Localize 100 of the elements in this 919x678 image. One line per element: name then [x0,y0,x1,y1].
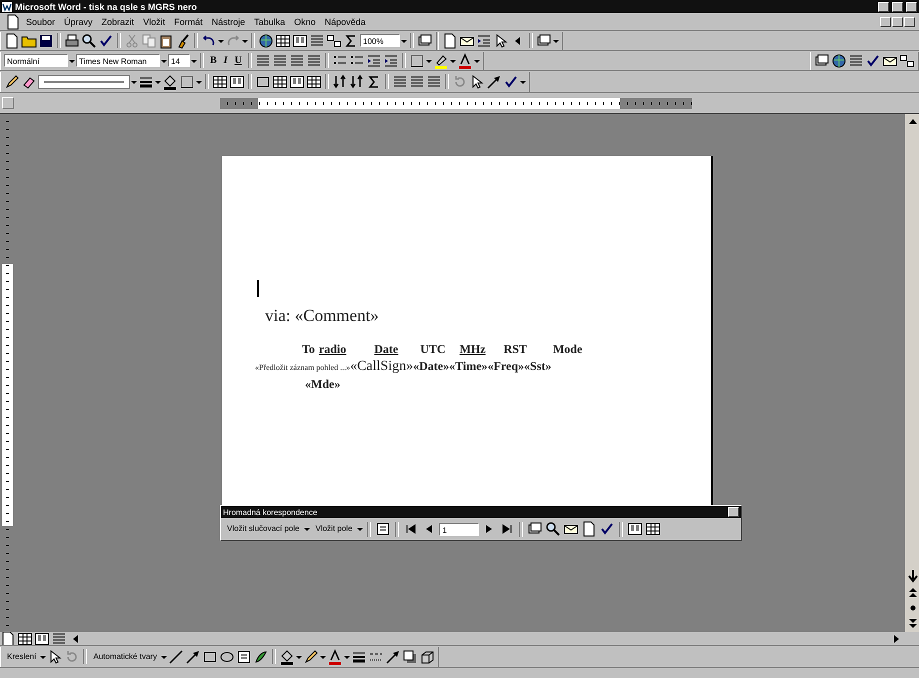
indent-arrow-icon[interactable] [382,52,399,68]
text-lines-icon[interactable] [272,52,288,68]
close-document-button[interactable] [904,16,915,26]
menu-item[interactable]: Zobrazit [98,16,138,26]
text-lines-icon[interactable] [392,74,408,90]
column-heading: To [302,342,315,357]
paint-bucket-icon[interactable] [278,648,295,664]
page-icon[interactable] [581,521,598,537]
font-size-field[interactable]: 14 [168,54,190,67]
window-title: Microsoft Word - tisk na qsle s MGRS nero [15,2,197,12]
text-box-icon[interactable] [375,521,392,537]
column-heading: RST [504,342,527,357]
merge-field: «Sst» [524,359,552,374]
italic-button[interactable]: I [220,52,231,68]
sort-arrows-icon[interactable] [349,74,365,90]
card-stack-icon[interactable] [536,32,552,48]
column-heading: Date [374,342,398,357]
arrow-icon[interactable] [384,648,401,664]
paint-bucket-icon[interactable] [162,74,178,90]
text-box-icon[interactable] [236,648,252,664]
indent-arrow-icon[interactable] [366,52,382,68]
column-heading: MHz [460,342,486,357]
bold-button[interactable]: B [207,52,220,68]
table-grid-icon[interactable] [275,32,291,48]
tab-selector[interactable] [2,97,14,109]
line-icon[interactable] [168,648,184,664]
restore-document-button[interactable] [892,16,903,26]
underline-button[interactable]: U [232,52,245,68]
card-stack-icon[interactable] [814,52,830,68]
table-grid-icon[interactable] [645,521,662,537]
shadow-box-icon[interactable] [402,648,418,664]
font-color-icon[interactable] [326,648,343,664]
close-toolbar-button[interactable] [728,507,739,517]
pencil-icon[interactable] [302,648,319,664]
menu-item[interactable]: Vložit [139,16,170,26]
globe-icon[interactable] [831,52,847,68]
menu-item[interactable]: Okno [290,16,320,26]
window-tiles-icon[interactable] [899,52,915,68]
sort-arrows-icon[interactable] [332,74,348,90]
font-field[interactable]: Times New Roman [76,54,160,67]
pencil-icon[interactable] [4,74,20,90]
merge-field: «Date» [413,359,450,374]
text-lines-icon[interactable] [309,32,325,48]
clip-art-icon[interactable] [252,648,269,664]
vertical-scrollbar[interactable] [905,114,919,632]
menu-item[interactable]: Nástroje [208,16,250,26]
table-grid-icon[interactable] [212,74,228,90]
horizontal-ruler[interactable] [220,98,692,108]
card-stack-icon[interactable] [417,32,433,48]
zoom-field[interactable]: 100% [360,34,400,47]
menu-item[interactable]: Nápověda [320,16,370,26]
style-field[interactable]: Normální [4,54,68,67]
minimize-button[interactable] [878,2,889,12]
globe-icon[interactable] [258,32,274,48]
horizontal-scrollbar[interactable] [0,632,919,646]
magnifier-icon[interactable] [81,32,97,48]
minimize-document-button[interactable] [880,16,891,26]
text-cursor [257,280,259,297]
menu-item[interactable]: Tabulka [250,16,290,26]
printer-icon[interactable] [64,32,80,48]
columns-icon[interactable] [34,632,50,645]
check-mark-icon[interactable] [599,521,616,537]
menu-item[interactable]: Úpravy [60,16,97,26]
word-icon[interactable] [2,2,12,12]
text-lines-icon[interactable] [426,74,442,90]
column-heading: radio [318,342,346,357]
close-button[interactable] [906,2,917,12]
table-grid-icon[interactable] [17,632,33,645]
check-mark-icon[interactable] [503,74,519,90]
text-lines-icon[interactable] [306,52,322,68]
line-style-field[interactable] [38,74,130,88]
window-tiles-icon[interactable] [326,32,342,48]
text-lines-icon[interactable] [254,52,271,68]
arrow-icon[interactable] [184,648,201,664]
columns-icon[interactable] [627,521,644,537]
clipboard-icon[interactable] [158,32,174,48]
merge-field: «Předložit záznam pohled ...» [255,363,350,372]
menu-item[interactable]: Formát [170,16,207,26]
magnifier-icon[interactable] [545,521,562,537]
border-square-icon[interactable] [179,74,195,90]
highlighter-icon[interactable] [432,52,449,68]
menu-item[interactable]: Soubor [22,16,60,26]
text-lines-icon[interactable] [409,74,425,90]
table-grid-icon[interactable] [272,74,288,90]
table-grid-icon[interactable] [306,74,322,90]
columns-icon[interactable] [292,32,308,48]
arrow-icon[interactable] [486,74,502,90]
record-field[interactable]: 1 [439,522,480,536]
border-square-icon[interactable] [408,52,425,68]
text-lines-icon[interactable] [288,52,305,68]
text-lines-icon[interactable] [51,632,67,645]
check-mark-icon[interactable] [98,32,114,48]
check-mark-icon[interactable] [865,52,881,68]
maximize-button[interactable] [892,2,903,12]
text-lines-icon[interactable] [848,52,864,68]
cube-icon[interactable] [418,648,435,664]
columns-icon[interactable] [229,74,245,90]
columns-icon[interactable] [289,74,305,90]
font-color-icon[interactable] [456,52,473,68]
indent-arrow-icon[interactable] [476,32,492,48]
